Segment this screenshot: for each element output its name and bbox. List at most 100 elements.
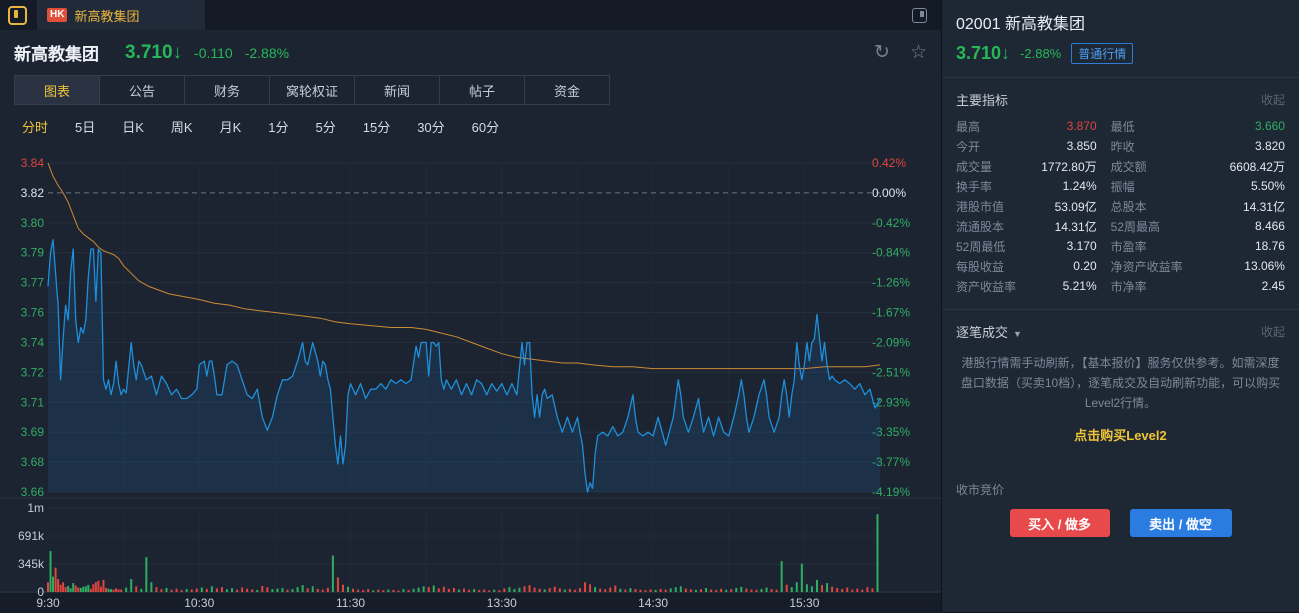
price-axis-label: 3.77 [21, 276, 45, 290]
buy-long-button[interactable]: 买入 / 做多 [1010, 509, 1110, 537]
indicator-cell: 换手率1.24% [956, 176, 1111, 196]
intraday-chart[interactable]: 3.840.42%3.820.00%3.80-0.42%3.79-0.84%3.… [0, 146, 941, 613]
down-arrow-icon: ↓ [173, 42, 183, 63]
indicator-label: 52周最低 [956, 238, 1005, 255]
price-axis-label: 3.74 [21, 335, 45, 349]
period-tab[interactable]: 周K [171, 117, 193, 136]
nav-tab[interactable]: 财务 [184, 75, 270, 105]
indicators-section-header: 主要指标 收起 [956, 90, 1285, 109]
tab-stock-name: 新高教集团 [74, 6, 139, 25]
chart-area: 3.840.42%3.820.00%3.80-0.42%3.79-0.84%3.… [0, 146, 941, 613]
indicator-row: 资产收益率5.21%市净率2.45 [956, 276, 1285, 296]
indicator-label: 市净率 [1111, 278, 1147, 295]
period-tab[interactable]: 日K [122, 117, 144, 136]
indicator-row: 52周最低 3.170 市盈率 18.76 [956, 236, 1285, 256]
indicator-label: 52周最高 [1111, 218, 1160, 235]
indicator-label: 资产收益率 [956, 278, 1016, 295]
indicator-label: 最低 [1111, 118, 1135, 135]
price-value: 3.710 [125, 42, 173, 63]
stock-name: 新高教集团 [14, 40, 99, 65]
nav-tab[interactable]: 帖子 [439, 75, 525, 105]
nav-tab[interactable]: 公告 [99, 75, 185, 105]
percent-axis-label: -2.09% [872, 335, 910, 349]
time-axis-label: 13:30 [487, 596, 517, 610]
indicator-label: 今开 [956, 138, 980, 155]
price-value: 3.710 [956, 43, 1001, 63]
panel-layout-toggle-icon[interactable] [912, 8, 927, 23]
price-axis-label: 3.69 [21, 425, 45, 439]
sell-short-button[interactable]: 卖出 / 做空 [1130, 509, 1232, 537]
indicator-cell: 今开 3.850 [956, 136, 1111, 156]
indicator-row: 每股收益0.20净资产收益率13.06% [956, 256, 1285, 276]
time-axis-label: 9:30 [36, 596, 60, 610]
time-axis-label: 14:30 [638, 596, 668, 610]
section-title-trades[interactable]: 逐笔成交▼ [956, 322, 1022, 341]
refresh-icon[interactable]: ↻ [874, 43, 890, 62]
period-tab[interactable]: 5分 [316, 117, 336, 136]
nav-tab[interactable]: 资金 [524, 75, 610, 105]
chart-panel: HK 新高教集团 新高教集团 3.710↓ -0.110 -2.88% ↻ ☆ … [0, 0, 941, 612]
price-axis-label: 3.72 [21, 365, 45, 379]
percent-axis-label: -0.42% [872, 216, 910, 230]
indicator-label: 流通股本 [956, 218, 1004, 235]
collapse-trades-link[interactable]: 收起 [1261, 323, 1285, 340]
stock-document-tab[interactable]: HK 新高教集团 [37, 0, 205, 30]
indicator-value: 5.50% [1251, 179, 1285, 193]
indicator-cell: 成交额6608.42万 [1111, 156, 1285, 176]
percent-axis-label: -0.84% [872, 246, 910, 260]
percent-axis-label: -1.67% [872, 306, 910, 320]
period-tab[interactable]: 30分 [417, 117, 444, 136]
quote-level-badge[interactable]: 普通行情 [1071, 43, 1133, 64]
indicator-value: 3.850 [1067, 139, 1097, 153]
collapse-indicators-link[interactable]: 收起 [1261, 91, 1285, 108]
indicator-cell: 52周最低 3.170 [956, 236, 1111, 256]
indicator-cell: 振幅 5.50% [1111, 176, 1285, 196]
indicator-row: 最高3.870最低3.660 [956, 116, 1285, 136]
period-tab[interactable]: 月K [220, 117, 242, 136]
indicator-value: 14.31亿 [1055, 218, 1097, 235]
indicator-cell: 昨收3.820 [1111, 136, 1285, 156]
indicator-label: 成交量 [956, 158, 992, 175]
indicator-row: 流通股本 14.31亿 52周最高 8.466 [956, 216, 1285, 236]
indicator-label: 昨收 [1111, 138, 1135, 155]
price-change: -0.110 [194, 45, 233, 61]
indicator-value: 14.31亿 [1243, 198, 1285, 215]
period-tab[interactable]: 5日 [75, 117, 95, 136]
indicator-row: 成交量 1772.80万成交额6608.42万 [956, 156, 1285, 176]
indicator-cell: 每股收益0.20 [956, 256, 1111, 276]
indicator-value: 8.466 [1255, 219, 1285, 233]
time-axis-label: 15:30 [789, 596, 819, 610]
order-actions: 收市竞价 买入 / 做多 卖出 / 做空 [956, 481, 1285, 537]
buy-level2-link[interactable]: 点击购买Level2 [956, 425, 1285, 444]
indicator-value: 3.170 [1067, 239, 1097, 253]
price-axis-label: 3.76 [21, 306, 45, 320]
app-sidebar-toggle-icon[interactable] [8, 6, 27, 25]
indicator-value: 1772.80万 [1041, 158, 1096, 175]
nav-tab[interactable]: 窝轮权证 [269, 75, 355, 105]
indicator-cell: 52周最高 8.466 [1111, 216, 1285, 236]
indicator-cell: 最低3.660 [1111, 116, 1285, 136]
closing-auction-label: 收市竞价 [956, 481, 1285, 498]
indicator-cell: 资产收益率5.21% [956, 276, 1111, 296]
stock-code-title: 02001 新高教集团 [956, 10, 1285, 34]
indicator-label: 市盈率 [1111, 238, 1147, 255]
volume-axis-label: 345k [18, 557, 45, 571]
quote-panel: 02001 新高教集团 3.710↓ -2.88% 普通行情 主要指标 收起 最… [941, 0, 1299, 612]
nav-tab[interactable]: 图表 [14, 75, 100, 105]
period-tab[interactable]: 15分 [363, 117, 390, 136]
favorite-star-icon[interactable]: ☆ [910, 43, 927, 62]
indicator-label: 每股收益 [956, 258, 1004, 275]
indicator-value: 18.76 [1255, 239, 1285, 253]
period-tab[interactable]: 分时 [22, 117, 48, 136]
percent-axis-label: -2.51% [872, 365, 910, 379]
indicator-cell: 总股本14.31亿 [1111, 196, 1285, 216]
indicator-label: 振幅 [1111, 178, 1135, 195]
price-change-percent: -2.88% [245, 45, 289, 61]
chevron-down-icon: ▼ [1013, 329, 1022, 339]
indicator-value: 3.870 [1067, 119, 1097, 133]
period-tab[interactable]: 1分 [268, 117, 288, 136]
period-tab[interactable]: 60分 [472, 117, 499, 136]
price-axis-label: 3.68 [21, 455, 45, 469]
volume-axis-label: 1m [27, 501, 44, 515]
nav-tab[interactable]: 新闻 [354, 75, 440, 105]
